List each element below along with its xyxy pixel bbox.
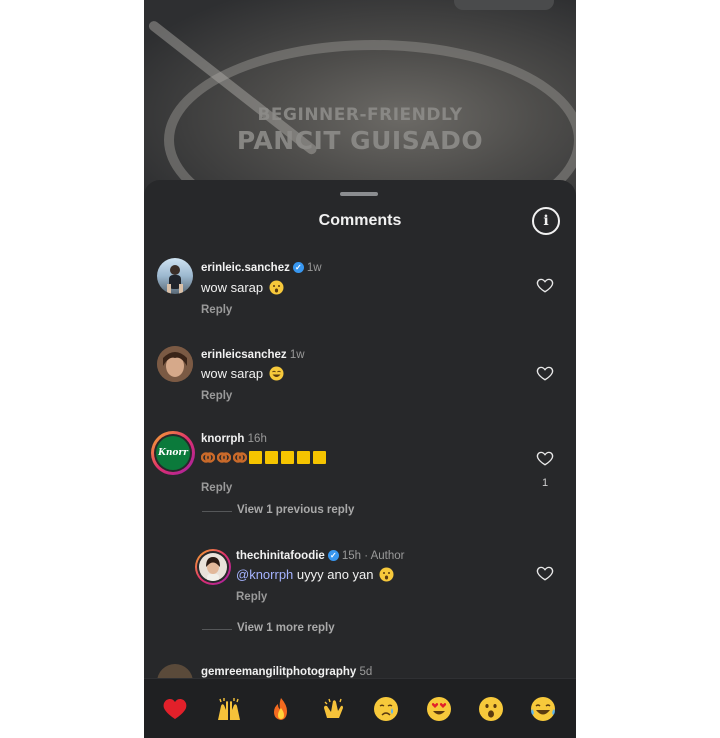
video-title-line2: PANCIT GUISADO	[236, 126, 484, 155]
person-photo-icon	[206, 557, 220, 581]
person-photo-icon	[167, 265, 183, 294]
crying-face-icon[interactable]	[373, 696, 399, 722]
timestamp: 5d	[359, 666, 373, 678]
comment-header: gemreemangilitphotography 5d	[201, 666, 372, 678]
thread-line	[202, 629, 232, 630]
heart-icon[interactable]	[536, 276, 554, 294]
view-more-replies[interactable]: View 1 more reply	[237, 622, 335, 634]
raising-hands-icon[interactable]	[216, 696, 242, 722]
comment-header: erinleic.sanchez ✓ 1w	[201, 262, 322, 274]
yellow-square-icon	[265, 451, 278, 464]
heart-icon[interactable]	[536, 449, 554, 467]
avatar[interactable]	[157, 258, 193, 294]
comment-header: thechinitafoodie ✓ 15h · Author	[236, 550, 404, 562]
like-count: 1	[541, 477, 549, 489]
view-previous-replies[interactable]: View 1 previous reply	[237, 504, 354, 516]
info-icon[interactable]: i	[532, 207, 560, 235]
reply-button[interactable]: Reply	[201, 390, 232, 402]
top-overlay-pill	[454, 0, 554, 10]
yellow-square-icon	[313, 451, 326, 464]
red-heart-icon[interactable]	[162, 696, 188, 722]
heart-icon[interactable]	[536, 564, 554, 582]
video-title-line1: BEGINNER-FRIENDLY	[257, 105, 463, 125]
avatar[interactable]	[157, 346, 193, 382]
yellow-square-icon	[297, 451, 310, 464]
comment-header: erinleicsanchez 1w	[201, 349, 305, 361]
author-label: · Author	[364, 550, 405, 563]
username[interactable]: erinleicsanchez	[201, 349, 287, 361]
hushed-face-icon[interactable]	[478, 696, 504, 722]
phone-screen: BEGINNER-FRIENDLY PANCIT GUISADO Comment…	[144, 0, 576, 738]
username[interactable]: erinleic.sanchez	[201, 262, 290, 274]
avatar[interactable]: Knorr	[151, 431, 195, 475]
comment-text	[201, 450, 329, 465]
hushed-face-icon	[269, 280, 284, 295]
comment-text: wow sarap	[201, 280, 284, 295]
comment-body: uyyy ano yan	[296, 567, 374, 582]
yellow-square-icon	[281, 451, 294, 464]
grinning-face-icon	[269, 366, 284, 381]
knorr-logo: Knorr	[156, 436, 190, 470]
pretzel-icon	[201, 452, 215, 463]
pretzel-icon	[217, 452, 231, 463]
clapping-hands-icon[interactable]	[321, 696, 347, 722]
timestamp: 16h	[247, 433, 267, 445]
mention-link[interactable]: @knorrph	[236, 567, 293, 582]
comment-body: wow sarap	[201, 280, 264, 295]
heart-eyes-icon[interactable]	[426, 696, 452, 722]
comments-sheet: Comments i erinleic.sanchez ✓ 1w wow sarap	[144, 180, 576, 738]
reply-button[interactable]: Reply	[201, 304, 232, 316]
username[interactable]: gemreemangilitphotography	[201, 666, 356, 678]
yellow-square-icon	[249, 451, 262, 464]
comment-text: wow sarap	[201, 366, 284, 381]
thread-line	[202, 511, 232, 512]
reply-button[interactable]: Reply	[201, 482, 232, 494]
fire-icon[interactable]	[268, 696, 294, 722]
timestamp: 1w	[306, 262, 322, 275]
comment-header: knorrph 16h	[201, 433, 267, 445]
sheet-title: Comments	[318, 212, 402, 229]
username[interactable]: knorrph	[201, 433, 244, 445]
username[interactable]: thechinitafoodie	[236, 550, 325, 562]
hushed-face-icon	[379, 567, 394, 582]
verified-badge-icon: ✓	[327, 550, 339, 561]
heart-icon[interactable]	[536, 364, 554, 382]
comment-body: wow sarap	[201, 366, 264, 381]
avatar[interactable]	[195, 549, 231, 585]
timestamp: 1w	[289, 349, 305, 361]
drag-handle[interactable]	[340, 192, 378, 196]
emoji-reaction-bar	[144, 678, 576, 738]
pretzel-icon	[233, 452, 247, 463]
person-photo-icon	[157, 346, 193, 382]
verified-badge-icon: ✓	[292, 262, 304, 273]
timestamp: 15h	[341, 550, 361, 563]
comment-text: @knorrph uyyy ano yan	[236, 567, 394, 582]
reply-button[interactable]: Reply	[236, 591, 267, 603]
tears-of-joy-icon[interactable]	[530, 696, 556, 722]
